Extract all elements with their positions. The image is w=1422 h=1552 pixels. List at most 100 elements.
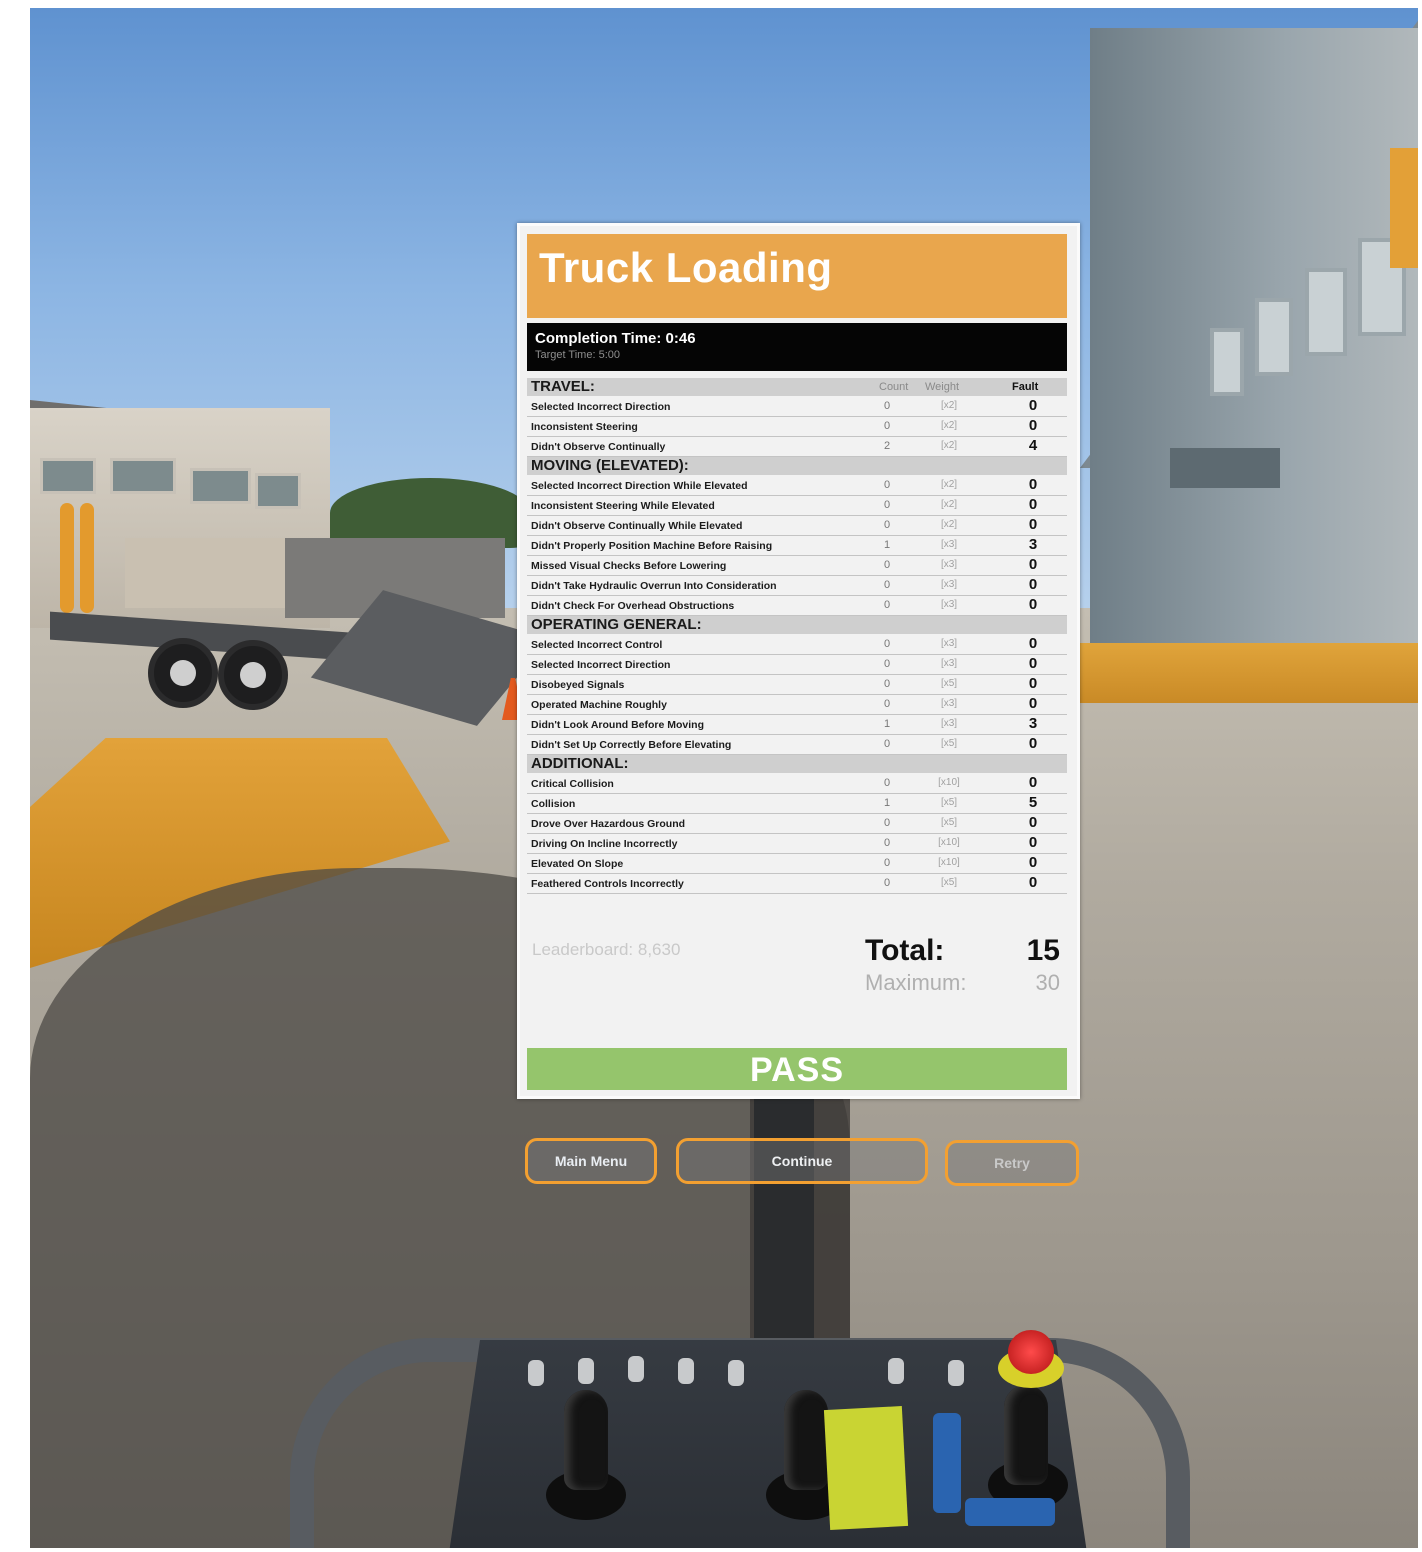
fault-label: Selected Incorrect Direction [531, 659, 671, 671]
fault-label: Elevated On Slope [531, 858, 624, 870]
fault-row: Didn't Observe Continually 2 [x2] 4 [527, 437, 1067, 457]
toggle-switch-icon [948, 1360, 964, 1386]
fault-count: 1 [883, 539, 891, 551]
fault-label: Inconsistent Steering While Elevated [531, 500, 715, 512]
fault-label: Didn't Set Up Correctly Before Elevating [531, 739, 732, 751]
shed [125, 538, 285, 608]
retry-button[interactable]: Retry [945, 1140, 1079, 1186]
fault-label: Didn't Take Hydraulic Overrun Into Consi… [531, 580, 777, 592]
total-value: 15 [1026, 934, 1060, 967]
fault-weight: [x3] [940, 698, 958, 709]
fault-weight: [x5] [940, 678, 958, 689]
section-header: OPERATING GENERAL: [527, 616, 1067, 634]
fault-label: Selected Incorrect Direction [531, 401, 671, 413]
completion-time: Completion Time: 0:46 [535, 330, 696, 347]
fault-count: 0 [883, 559, 891, 571]
toggle-switch-icon [628, 1356, 644, 1382]
fault-weight: [x5] [940, 797, 958, 808]
main-menu-button[interactable]: Main Menu [525, 1138, 657, 1184]
fault-value: 0 [1028, 774, 1038, 791]
fault-label: Didn't Observe Continually While Elevate… [531, 520, 743, 532]
game-scene: Truck Loading Completion Time: 0:46 Targ… [30, 8, 1418, 1548]
fault-label: Critical Collision [531, 778, 614, 790]
center-joystick[interactable] [784, 1390, 828, 1490]
trailer-wheel [148, 638, 218, 708]
fault-weight: [x2] [940, 400, 958, 411]
section-title: ADDITIONAL: [531, 755, 629, 772]
section-title: MOVING (ELEVATED): [531, 457, 689, 474]
score-card: Truck Loading Completion Time: 0:46 Targ… [517, 223, 1080, 1099]
section-header: TRAVEL: Count Weight Fault [527, 378, 1067, 396]
fault-weight: [x3] [940, 539, 958, 550]
fault-label: Didn't Observe Continually [531, 441, 666, 453]
maximum-value: 30 [1035, 970, 1060, 995]
fault-value: 5 [1028, 794, 1038, 811]
card-header: Truck Loading [527, 234, 1067, 318]
fault-row: Didn't Observe Continually While Elevate… [527, 516, 1067, 536]
toggle-switch-icon [888, 1358, 904, 1384]
fault-weight: [x3] [940, 579, 958, 590]
left-joystick[interactable] [564, 1390, 608, 1490]
emergency-stop-button[interactable] [1008, 1330, 1054, 1374]
toggle-switch-icon [678, 1358, 694, 1384]
fault-label: Disobeyed Signals [531, 679, 625, 691]
right-joystick[interactable] [1004, 1385, 1048, 1485]
fault-weight: [x5] [940, 877, 958, 888]
fault-value: 0 [1028, 854, 1038, 871]
right-building [1090, 28, 1418, 688]
time-bar: Completion Time: 0:46 Target Time: 5:00 [527, 323, 1067, 371]
column-header-count: Count [879, 381, 909, 393]
fault-value: 0 [1028, 596, 1038, 613]
fault-row: Disobeyed Signals 0 [x5] 0 [527, 675, 1067, 695]
fault-value: 0 [1028, 476, 1038, 493]
fault-row: Critical Collision 0 [x10] 0 [527, 774, 1067, 794]
fault-row: Drove Over Hazardous Ground 0 [x5] 0 [527, 814, 1067, 834]
fault-row: Collision 1 [x5] 5 [527, 794, 1067, 814]
fault-row: Elevated On Slope 0 [x10] 0 [527, 854, 1067, 874]
maximum-label: Maximum: [865, 970, 967, 995]
card-title: Truck Loading [539, 244, 833, 291]
section-title: TRAVEL: [531, 378, 595, 395]
fault-row: Selected Incorrect Control 0 [x3] 0 [527, 635, 1067, 655]
direction-arrow-icon [933, 1413, 961, 1513]
fault-value: 0 [1028, 576, 1038, 593]
fault-value: 0 [1028, 834, 1038, 851]
total-label: Total: [865, 934, 945, 967]
continue-button[interactable]: Continue [676, 1138, 928, 1184]
fault-value: 3 [1028, 715, 1038, 732]
fault-value: 4 [1028, 437, 1038, 454]
fault-label: Inconsistent Steering [531, 421, 638, 433]
fault-value: 0 [1028, 417, 1038, 434]
fault-weight: [x5] [940, 738, 958, 749]
fault-row: Didn't Set Up Correctly Before Elevating… [527, 735, 1067, 755]
fault-row: Selected Incorrect Direction While Eleva… [527, 476, 1067, 496]
fault-value: 3 [1028, 536, 1038, 553]
fault-row: Inconsistent Steering While Elevated 0 [x2… [527, 496, 1067, 516]
fault-weight: [x5] [940, 817, 958, 828]
fault-label: Selected Incorrect Control [531, 639, 663, 651]
fault-label: Driving On Incline Incorrectly [531, 838, 678, 850]
fault-row: Didn't Look Around Before Moving 1 [x3] 3 [527, 715, 1067, 735]
fault-count: 0 [883, 519, 891, 531]
fault-value: 0 [1028, 496, 1038, 513]
fault-label: Didn't Look Around Before Moving [531, 719, 705, 731]
fault-count: 0 [883, 877, 891, 889]
trailer-wheel [218, 640, 288, 710]
fault-row: Didn't Properly Position Machine Before … [527, 536, 1067, 556]
toggle-switch-icon [728, 1360, 744, 1386]
fault-count: 0 [883, 698, 891, 710]
column-header-weight: Weight [925, 381, 960, 393]
fault-count: 0 [883, 638, 891, 650]
leaderboard-score: Leaderboard: 8,630 [532, 940, 681, 959]
fault-row: Didn't Take Hydraulic Overrun Into Consi… [527, 576, 1067, 596]
fault-value: 0 [1028, 635, 1038, 652]
fault-weight: [x3] [940, 599, 958, 610]
result-banner: PASS [527, 1048, 1067, 1090]
fault-weight: [x2] [940, 440, 958, 451]
fault-count: 0 [883, 499, 891, 511]
fault-row: Missed Visual Checks Before Lowering 0 [x3… [527, 556, 1067, 576]
fault-weight: [x2] [940, 479, 958, 490]
fault-label: Didn't Check For Overhead Obstructions [531, 600, 735, 612]
column-header-fault: Fault [1012, 381, 1039, 393]
target-time: Target Time: 5:00 [535, 349, 620, 361]
